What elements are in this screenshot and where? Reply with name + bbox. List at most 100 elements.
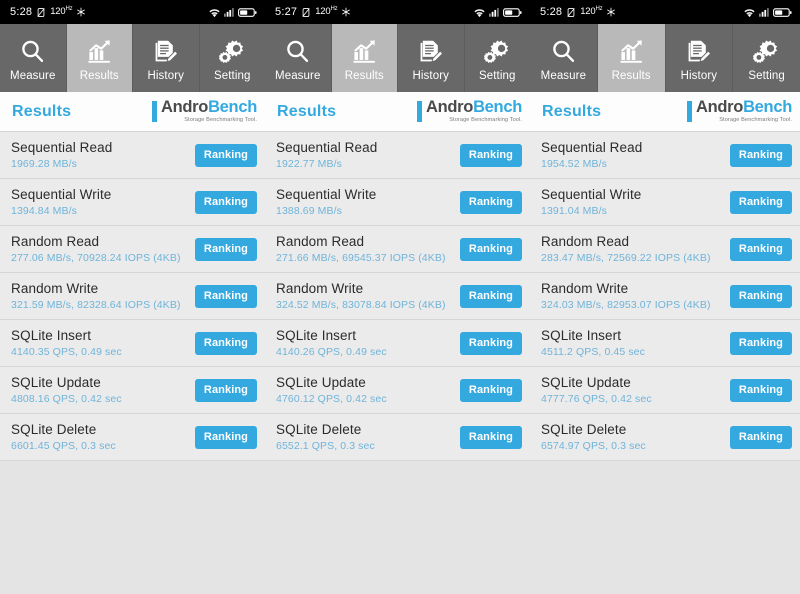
- ranking-button[interactable]: Ranking: [460, 238, 522, 261]
- benchmark-name: SQLite Update: [541, 375, 652, 390]
- benchmark-row: Sequential Read1922.77 MB/sRanking: [265, 132, 530, 179]
- benchmark-row: SQLite Delete6601.45 QPS, 0.3 secRanking: [0, 414, 265, 461]
- status-bar-left: 5:28120Hz: [540, 6, 616, 18]
- logo-word-bench: Bench: [208, 98, 257, 116]
- ranking-button[interactable]: Ranking: [730, 144, 792, 167]
- document-pen-icon: [417, 37, 444, 67]
- ranking-button[interactable]: Ranking: [460, 379, 522, 402]
- tab-measure[interactable]: Measure: [530, 24, 598, 92]
- empty-area: [265, 461, 530, 594]
- ranking-button[interactable]: Ranking: [730, 191, 792, 214]
- benchmark-name: SQLite Delete: [276, 422, 375, 437]
- document-pen-icon: [685, 37, 712, 67]
- tab-history[interactable]: History: [398, 24, 465, 92]
- benchmark-row: Sequential Read1969.28 MB/sRanking: [0, 132, 265, 179]
- tab-results[interactable]: Results: [598, 24, 666, 92]
- tab-results[interactable]: Results: [67, 24, 134, 92]
- benchmark-row: SQLite Insert4511.2 QPS, 0.45 secRanking: [530, 320, 800, 367]
- snowflake-icon: [606, 7, 616, 17]
- ranking-button[interactable]: Ranking: [195, 144, 257, 167]
- ranking-button[interactable]: Ranking: [195, 191, 257, 214]
- benchmark-value: 1969.28 MB/s: [11, 158, 112, 170]
- status-bar-right: [208, 7, 257, 18]
- ranking-button[interactable]: Ranking: [730, 426, 792, 449]
- benchmark-row: Random Read271.66 MB/s, 69545.37 IOPS (4…: [265, 226, 530, 273]
- ranking-button[interactable]: Ranking: [195, 285, 257, 308]
- benchmark-name: SQLite Insert: [11, 328, 122, 343]
- logo-text: AndroBenchStorage Benchmarking Tool.: [426, 99, 522, 123]
- device-panel-2: 5:27120Hz Measure Results History Setting Res…: [265, 0, 530, 594]
- page-title: Results: [12, 103, 71, 121]
- benchmark-value: 271.66 MB/s, 69545.37 IOPS (4KB): [276, 252, 446, 264]
- ranking-button[interactable]: Ranking: [195, 379, 257, 402]
- benchmark-result-list: Sequential Read1922.77 MB/sRankingSequen…: [265, 132, 530, 461]
- tab-history[interactable]: History: [666, 24, 734, 92]
- androbench-logo: AndroBenchStorage Benchmarking Tool.: [687, 99, 792, 123]
- page-title: Results: [542, 103, 601, 121]
- tab-results[interactable]: Results: [332, 24, 399, 92]
- logo-word-andro: Andro: [426, 98, 473, 116]
- tab-setting[interactable]: Setting: [200, 24, 266, 92]
- benchmark-row: Random Write324.52 MB/s, 83078.84 IOPS (…: [265, 273, 530, 320]
- benchmark-value: 4511.2 QPS, 0.45 sec: [541, 346, 645, 358]
- ranking-button[interactable]: Ranking: [460, 426, 522, 449]
- bar-chart-icon: [351, 37, 378, 67]
- gears-icon: [753, 37, 780, 67]
- status-bar: 5:28120Hz: [0, 0, 265, 24]
- ranking-button[interactable]: Ranking: [460, 332, 522, 355]
- tab-label: Results: [345, 70, 384, 82]
- status-bar-right: [473, 7, 522, 18]
- tab-measure[interactable]: Measure: [0, 24, 67, 92]
- battery-icon: [503, 7, 522, 18]
- status-bar-right: [743, 7, 792, 18]
- logo-accent-bar: [417, 101, 422, 122]
- benchmark-row-texts: Sequential Write1394.84 MB/s: [11, 187, 111, 217]
- benchmark-row: SQLite Update4760.12 QPS, 0.42 secRankin…: [265, 367, 530, 414]
- ranking-button[interactable]: Ranking: [195, 332, 257, 355]
- ranking-button[interactable]: Ranking: [730, 379, 792, 402]
- tab-setting[interactable]: Setting: [733, 24, 800, 92]
- logo-text: AndroBenchStorage Benchmarking Tool.: [161, 99, 257, 123]
- device-panel-3: 5:28120HzMeasureResultsHistorySettingRes…: [530, 0, 800, 594]
- results-header: ResultsAndroBenchStorage Benchmarking To…: [265, 92, 530, 132]
- logo-accent-bar: [152, 101, 157, 122]
- signal-bars-icon: [489, 7, 500, 17]
- benchmark-row-texts: SQLite Update4777.76 QPS, 0.42 sec: [541, 375, 652, 405]
- benchmark-name: Sequential Read: [541, 140, 642, 155]
- tab-measure[interactable]: Measure: [265, 24, 332, 92]
- benchmark-value: 1922.77 MB/s: [276, 158, 377, 170]
- benchmark-name: SQLite Update: [276, 375, 387, 390]
- ranking-button[interactable]: Ranking: [730, 285, 792, 308]
- mute-icon: [301, 7, 311, 18]
- ranking-button[interactable]: Ranking: [730, 238, 792, 261]
- androbench-logo: AndroBenchStorage Benchmarking Tool.: [417, 99, 522, 123]
- benchmark-row: SQLite Insert4140.26 QPS, 0.49 sec Rankin…: [265, 320, 530, 367]
- benchmark-row: Random Read277.06 MB/s, 70928.24 IOPS (4…: [0, 226, 265, 273]
- status-bar-left: 5:27120Hz: [275, 6, 351, 18]
- ranking-button[interactable]: Ranking: [195, 426, 257, 449]
- benchmark-value: 1391.04 MB/s: [541, 205, 641, 217]
- magnifier-icon: [284, 37, 311, 67]
- snowflake-icon: [76, 7, 86, 17]
- benchmark-row-texts: SQLite Insert4140.26 QPS, 0.49 sec: [276, 328, 387, 358]
- benchmark-row-texts: Random Write324.03 MB/s, 82953.07 IOPS (…: [541, 281, 711, 311]
- benchmark-value: 283.47 MB/s, 72569.22 IOPS (4KB): [541, 252, 711, 264]
- benchmark-row-texts: Random Read277.06 MB/s, 70928.24 IOPS (4…: [11, 234, 181, 264]
- benchmark-row-texts: SQLite Delete6552.1 QPS, 0.3 sec: [276, 422, 375, 452]
- tab-setting[interactable]: Setting: [465, 24, 531, 92]
- ranking-button[interactable]: Ranking: [195, 238, 257, 261]
- tab-label: Measure: [541, 70, 586, 82]
- ranking-button[interactable]: Ranking: [460, 144, 522, 167]
- tab-history[interactable]: History: [133, 24, 200, 92]
- logo-tagline: Storage Benchmarking Tool.: [161, 118, 257, 124]
- benchmark-value: 4808.16 QPS, 0.42 sec: [11, 393, 122, 405]
- ranking-button[interactable]: Ranking: [460, 191, 522, 214]
- benchmark-row: SQLite Update4777.76 QPS, 0.42 sec Rankin…: [530, 367, 800, 414]
- tab-label: Setting: [479, 70, 516, 82]
- ranking-button[interactable]: Ranking: [730, 332, 792, 355]
- status-clock: 5:28: [10, 6, 32, 18]
- document-pen-icon: [152, 37, 179, 67]
- refresh-rate-value: 120: [315, 7, 330, 18]
- benchmark-row: Random Read283.47 MB/s, 72569.22 IOPS (4…: [530, 226, 800, 273]
- ranking-button[interactable]: Ranking: [460, 285, 522, 308]
